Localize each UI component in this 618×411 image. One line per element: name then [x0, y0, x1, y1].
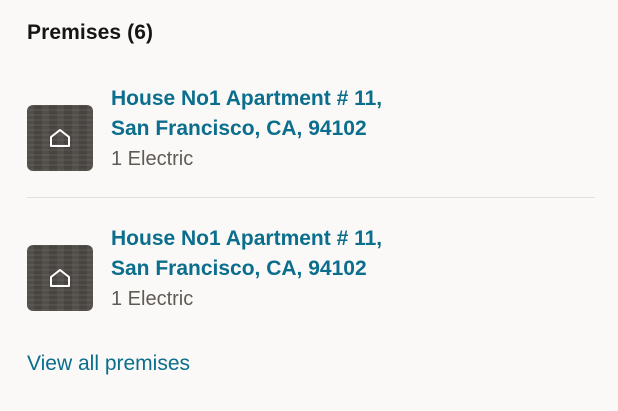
premise-address-line2: San Francisco, CA, 94102 — [111, 117, 367, 140]
premise-address-line1: House No1 Apartment # 11, — [111, 87, 383, 110]
premises-panel: Premises (6) House No1 Apartment # 11, S… — [0, 0, 618, 411]
premise-thumbnail — [27, 105, 93, 171]
premise-address-link[interactable]: House No1 Apartment # 11, San Francisco,… — [111, 84, 591, 144]
premise-address-link[interactable]: House No1 Apartment # 11, San Francisco,… — [111, 224, 591, 284]
premise-address-line2: San Francisco, CA, 94102 — [111, 257, 367, 280]
premise-services: 1 Electric — [111, 148, 194, 170]
home-icon — [50, 129, 70, 147]
home-icon — [50, 269, 70, 287]
premise-address-line1: House No1 Apartment # 11, — [111, 227, 383, 250]
premise-thumbnail — [27, 245, 93, 311]
view-all-premises-link[interactable]: View all premises — [27, 352, 190, 376]
section-title: Premises (6) — [27, 21, 154, 44]
divider — [27, 197, 595, 198]
premise-services: 1 Electric — [111, 288, 194, 310]
premise-list-item[interactable]: House No1 Apartment # 11, San Francisco,… — [27, 224, 595, 334]
premise-list-item[interactable]: House No1 Apartment # 11, San Francisco,… — [27, 84, 595, 194]
